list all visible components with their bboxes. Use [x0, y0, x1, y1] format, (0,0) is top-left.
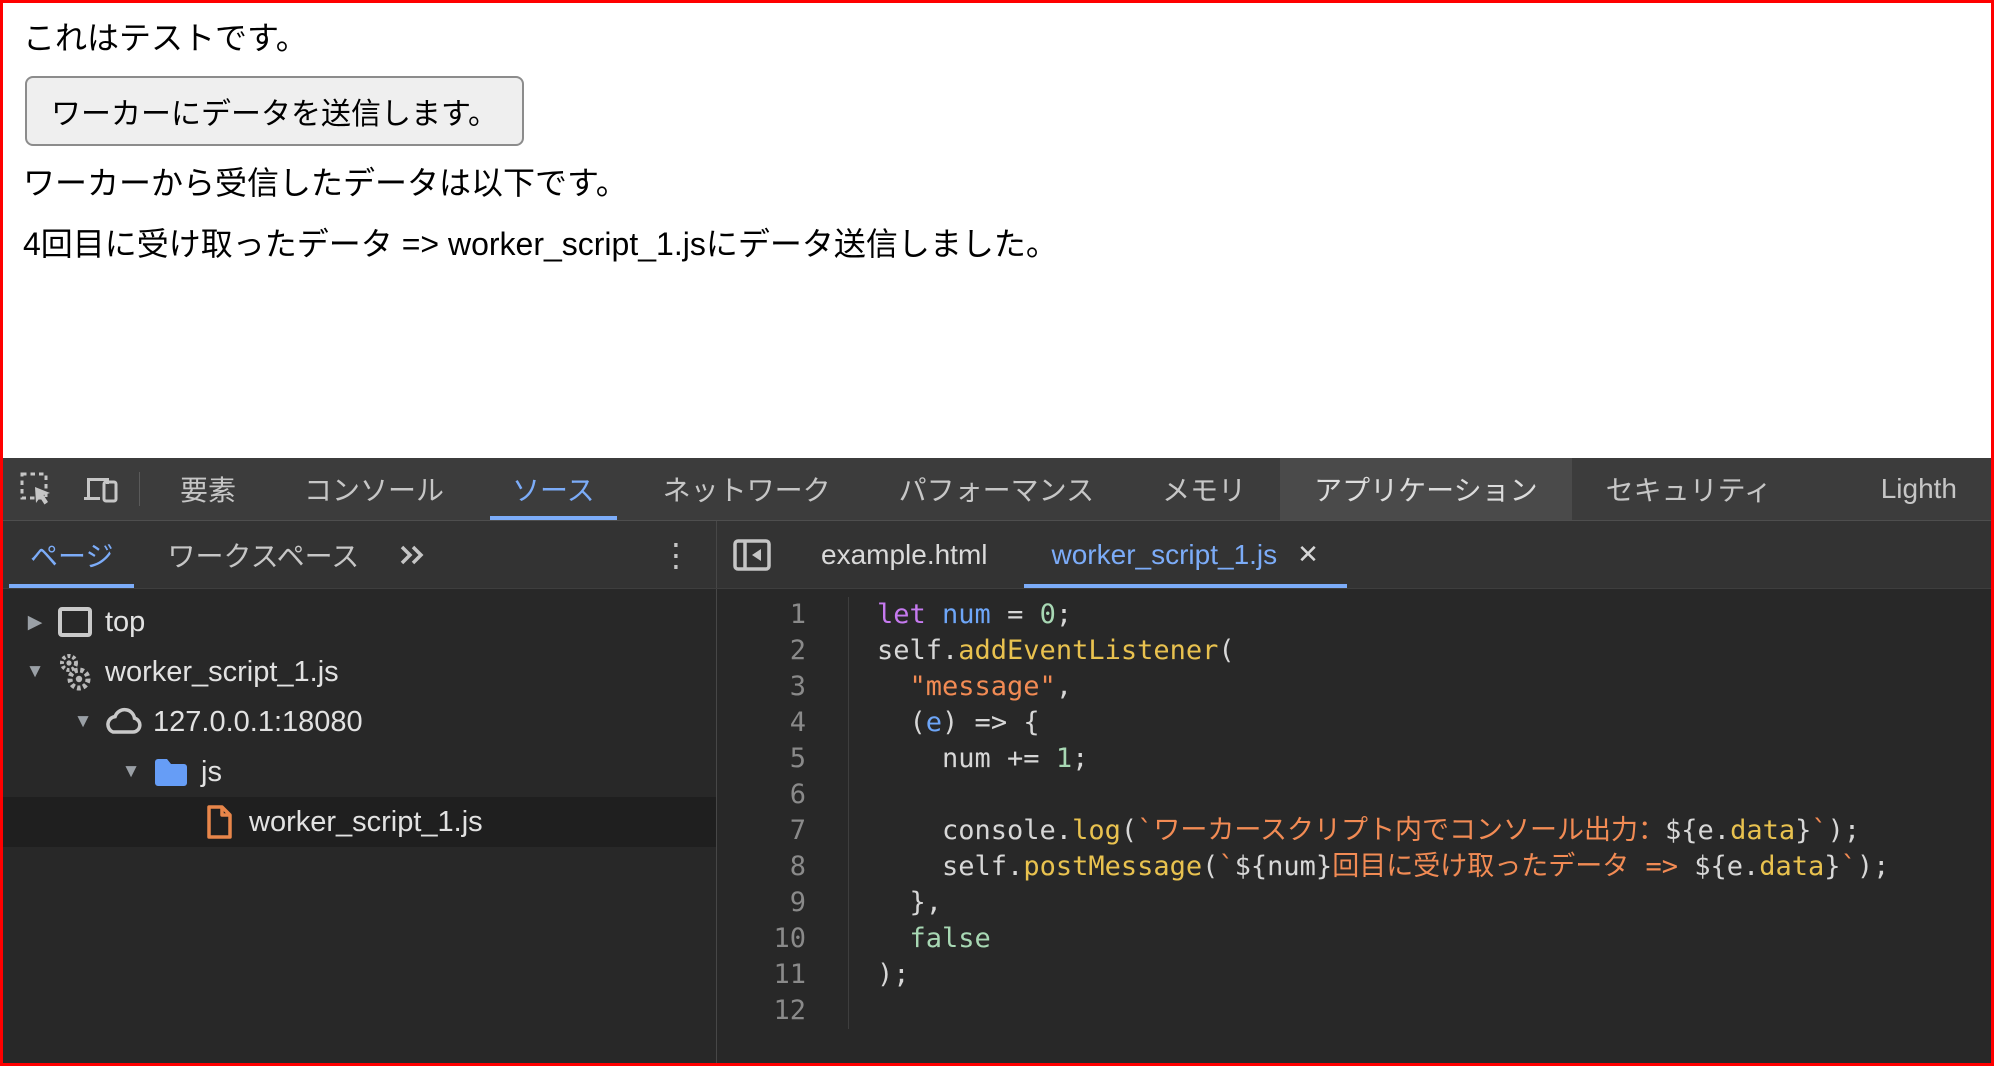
line-number[interactable]: 4 — [717, 705, 849, 741]
code-line-4: 4 (e) => { — [717, 705, 1991, 741]
code-editor[interactable]: 1 let num = 0; 2 self.addEventListener(3 "m… — [717, 589, 1991, 1063]
gears-icon — [53, 651, 97, 693]
close-tab-icon[interactable]: ✕ — [1297, 539, 1319, 570]
devtools-tab-8[interactable]: セキュリティ — [1572, 458, 1806, 520]
devtools-main-tabs: 要素 コンソール ソース ネットワーク パフォーマンス メモリ アプリケーション セキュリティ… — [146, 458, 1991, 520]
code-line-11: 11); — [717, 957, 1991, 993]
editor-tab-2[interactable]: worker_script_1.js ✕ — [1020, 521, 1351, 588]
send-to-worker-button[interactable]: ワーカーにデータを送信します。 — [25, 76, 524, 147]
navigator-tab-2[interactable]: ワークスペース — [140, 521, 386, 588]
code-line-3: 3 "message", — [717, 669, 1991, 705]
sources-content: ▶ top ▼ worker_script_1.js ▼ 127.0.0.1:18080 ▼… — [3, 589, 1991, 1063]
navigator-tabbar: ページ ワークスペース ⋮ — [3, 521, 717, 588]
tree-row-worker_script_1.js[interactable]: ▼ worker_script_1.js — [3, 647, 716, 697]
inspect-element-icon[interactable] — [17, 469, 57, 509]
code-text: self.addEventListener( — [877, 635, 1235, 666]
line-number[interactable]: 6 — [717, 777, 849, 813]
page-text-worker-result: 4回目に受け取ったデータ => worker_script_1.jsにデータ送信… — [23, 226, 1058, 263]
tree-row-top[interactable]: ▶ top — [3, 597, 716, 647]
code-text: false — [909, 923, 991, 954]
devtools-tab-1[interactable]: 要素 — [146, 458, 270, 520]
code-text: ); — [877, 959, 910, 990]
navigator-file-tree: ▶ top ▼ worker_script_1.js ▼ 127.0.0.1:18080 ▼… — [3, 589, 717, 1063]
expander-expanded-icon[interactable]: ▼ — [113, 761, 149, 783]
tree-row-127.0.0.1:18080[interactable]: ▼ 127.0.0.1:18080 — [3, 697, 716, 747]
devtools-panel: 要素 コンソール ソース ネットワーク パフォーマンス メモリ アプリケーション セキュリティ… — [3, 458, 1991, 1063]
line-number[interactable]: 11 — [717, 957, 849, 993]
hide-navigator-icon[interactable] — [717, 521, 789, 588]
tree-row-js[interactable]: ▼ js — [3, 747, 716, 797]
toolbar-separator — [139, 472, 140, 506]
tree-row-worker_script_1.js[interactable]: worker_script_1.js — [3, 797, 716, 847]
cloud-icon — [101, 705, 145, 739]
expander-expanded-icon[interactable]: ▼ — [17, 661, 53, 683]
sources-subheader: ページ ワークスペース ⋮ example.html worker_script_1… — [3, 521, 1991, 589]
code-text: }, — [877, 887, 943, 918]
code-line-5: 5 num += 1; — [717, 741, 1991, 777]
devtools-toolbar-icons — [3, 458, 133, 520]
line-number[interactable]: 12 — [717, 993, 849, 1029]
expander-expanded-icon[interactable]: ▼ — [65, 711, 101, 733]
devtools-tab-3[interactable]: ソース — [478, 458, 629, 520]
code-line-12: 12 — [717, 993, 1991, 1029]
line-number[interactable]: 2 — [717, 633, 849, 669]
devtools-tab-9[interactable]: Lighth — [1847, 458, 1991, 520]
devtools-tab-2[interactable]: コンソール — [270, 458, 478, 520]
code-line-2: 2 self.addEventListener( — [717, 633, 1991, 669]
code-line-6: 6 — [717, 777, 1991, 813]
devtools-toolbar: 要素 コンソール ソース ネットワーク パフォーマンス メモリ アプリケーション セキュリティ… — [3, 458, 1991, 521]
webpage-viewport: これはテストです。 ワーカーにデータを送信します。 ワーカーから受信したデータは… — [3, 3, 1991, 458]
code-text: num += 1; — [877, 743, 1089, 774]
code-text: let num = 0; — [877, 599, 1073, 630]
folder-icon — [149, 755, 193, 789]
editor-tabbar: example.html worker_script_1.js ✕ — [717, 521, 1991, 588]
code-text: console.log(`ワーカースクリプト内でコンソール出力：${e.data… — [877, 815, 1861, 846]
code-text: (e) => { — [877, 707, 1040, 738]
line-number[interactable]: 7 — [717, 813, 849, 849]
file-icon — [197, 803, 241, 841]
devtools-tab-5[interactable]: パフォーマンス — [865, 458, 1128, 520]
more-tabs-icon[interactable] — [386, 521, 440, 588]
line-number[interactable]: 3 — [717, 669, 849, 705]
tree-item-label: js — [201, 755, 222, 788]
tree-item-label: worker_script_1.js — [105, 655, 339, 688]
navigator-overflow-menu-icon[interactable]: ⋮ — [636, 521, 716, 588]
frame-icon — [53, 605, 97, 639]
editor-tab-label: example.html — [821, 538, 988, 570]
code-line-8: 8 self.postMessage(`${num}回目に受け取ったデータ =>… — [717, 849, 1991, 885]
expander-collapsed-icon[interactable]: ▶ — [17, 611, 53, 634]
devtools-tab-4[interactable]: ネットワーク — [629, 458, 865, 520]
tree-item-label: top — [105, 605, 146, 638]
line-number[interactable]: 1 — [717, 597, 849, 633]
code-line-1: 1 let num = 0; — [717, 597, 1991, 633]
devtools-tab-6[interactable]: メモリ — [1128, 458, 1280, 520]
line-number[interactable]: 8 — [717, 849, 849, 885]
code-line-7: 7 console.log(`ワーカースクリプト内でコンソール出力：${e.da… — [717, 813, 1991, 849]
line-number[interactable]: 9 — [717, 885, 849, 921]
page-text-intro: これはテストです。 — [23, 20, 308, 56]
line-number[interactable]: 5 — [717, 741, 849, 777]
device-toolbar-icon[interactable] — [81, 469, 121, 509]
code-line-10: 10 false — [717, 921, 1991, 957]
page-text-received-heading: ワーカーから受信したデータは以下です。 — [23, 165, 628, 202]
tree-item-label: worker_script_1.js — [249, 805, 483, 838]
editor-tab-label: worker_script_1.js — [1051, 538, 1278, 570]
code-text: self.postMessage(`${num}回目に受け取ったデータ => $… — [877, 851, 1890, 882]
editor-tab-1[interactable]: example.html — [789, 521, 1020, 588]
tree-item-label: 127.0.0.1:18080 — [153, 705, 363, 738]
line-number[interactable]: 10 — [717, 921, 849, 957]
devtools-tab-7[interactable]: アプリケーション — [1280, 458, 1572, 520]
code-line-9: 9 }, — [717, 885, 1991, 921]
code-text: "message", — [909, 671, 1073, 702]
editor-tabs: example.html worker_script_1.js ✕ — [789, 521, 1351, 588]
navigator-tab-1[interactable]: ページ — [3, 521, 140, 588]
navigator-tabs: ページ ワークスペース — [3, 521, 386, 588]
